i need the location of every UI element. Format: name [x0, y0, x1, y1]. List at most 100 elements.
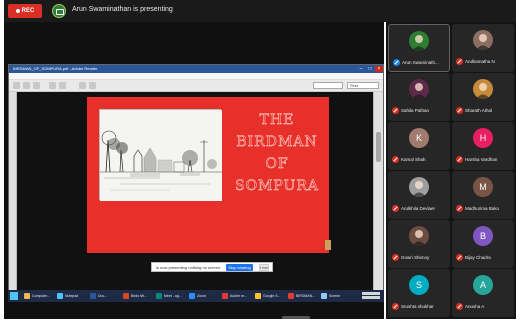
slide-title-line: SOMPURA: [234, 178, 320, 195]
participant-avatar: A: [473, 275, 493, 295]
taskbar-app-button[interactable]: Notepad: [57, 292, 78, 300]
participant-tile[interactable]: K Kamal Shah: [388, 122, 450, 170]
person-photo-icon: [412, 83, 426, 99]
mic-muted-icon: [456, 254, 463, 261]
mic-muted-icon: [456, 303, 463, 310]
participants-panel: Arun Swaminath... Arulkamatha N Sahila Pat…: [386, 22, 516, 319]
presenter-status-text: Arun Swaminathan is presenting: [72, 6, 173, 13]
participant-tile[interactable]: Sharath Athal: [452, 73, 514, 121]
taskbar-app-button[interactable]: Adobe re...: [222, 292, 247, 300]
mic-muted-icon: [456, 205, 463, 212]
document-canvas: THE BIRDMAN OF SOMPURA is now presenting…: [17, 92, 373, 291]
taskbar-app-button[interactable]: Computer...: [24, 292, 50, 300]
maximize-icon[interactable]: □: [366, 66, 374, 72]
taskbar-app-button[interactable]: Doc...: [90, 292, 107, 300]
taskbar-app-button[interactable]: Birds Mt...: [123, 292, 147, 300]
record-dot-icon: [15, 9, 20, 13]
person-photo-icon: [412, 230, 426, 246]
participant-avatar: H: [473, 128, 493, 148]
vertical-scrollbar[interactable]: [373, 92, 383, 291]
print-icon[interactable]: [23, 82, 30, 89]
taskbar-app-label: Meet - ag...: [164, 294, 182, 298]
participant-name: Anusha A: [465, 304, 485, 309]
mic-muted-icon: [456, 58, 463, 65]
slide-corner-tag: [325, 240, 331, 250]
find-input[interactable]: [313, 82, 343, 89]
taskbar-app-label: Notepad: [65, 294, 79, 298]
taskbar-app-label: Adobe re...: [230, 294, 248, 298]
taskbar-app-label: Google S...: [263, 294, 281, 298]
start-icon[interactable]: [10, 292, 18, 300]
participant-name: Arulkhila Devlaer: [401, 206, 436, 211]
participant-avatar: [473, 30, 493, 50]
zoom-in-icon[interactable]: [89, 82, 96, 89]
stop-sharing-button[interactable]: Stop sharing: [226, 264, 253, 271]
zoom-out-icon[interactable]: [79, 82, 86, 89]
taskbar-app-button[interactable]: Zoom: [189, 292, 206, 300]
page-down-icon[interactable]: [59, 82, 66, 89]
pdf-icon: [288, 293, 294, 299]
participant-avatar: [473, 79, 493, 99]
slide-title-line: BIRDMAN: [236, 134, 318, 151]
doc-icon: [90, 293, 96, 299]
viewer-title-bar: BIRDMAN_OF_SOMPURA.pdf - Adobe Reader – …: [9, 65, 383, 73]
mic-muted-icon: [392, 205, 399, 212]
mic-muted-icon: [392, 303, 399, 310]
open-icon[interactable]: [13, 82, 20, 89]
participant-avatar: [409, 79, 429, 99]
navigation-pane[interactable]: [9, 92, 17, 291]
participant-tile[interactable]: Gowri Shenoy: [388, 220, 450, 268]
mic-muted-icon: [392, 254, 399, 261]
pdf-viewer-window: BIRDMAN_OF_SOMPURA.pdf - Adobe Reader – …: [8, 64, 384, 300]
close-icon[interactable]: ×: [375, 66, 383, 72]
participant-name: Gowri Shenoy: [401, 255, 430, 260]
participant-tile[interactable]: Arulkhila Devlaer: [388, 171, 450, 219]
village-sketch-image: [99, 109, 222, 201]
taskbar-app-label: Birds Mt...: [131, 294, 147, 298]
person-photo-icon: [412, 181, 426, 197]
email-icon[interactable]: [33, 82, 40, 89]
participant-tile[interactable]: Sahila Pathan: [388, 73, 450, 121]
minimize-icon[interactable]: –: [357, 66, 365, 72]
taskbar-app-button[interactable]: Screen: [321, 292, 340, 300]
person-photo-icon: [476, 34, 490, 50]
taskbar-app-button[interactable]: BIRDMAN...: [288, 292, 315, 300]
participant-tile[interactable]: Arun Swaminath...: [388, 24, 450, 72]
participant-avatar: M: [473, 177, 493, 197]
participant-avatar: [409, 226, 429, 246]
presenting-icon: [52, 4, 66, 18]
slide-title-line: OF: [265, 156, 289, 173]
participant-tile[interactable]: A Anusha A: [452, 269, 514, 317]
slide-title-line: THE: [259, 112, 295, 129]
participant-tile[interactable]: H Harsha Vardhan: [452, 122, 514, 170]
participant-tile[interactable]: M Madhurima Bako: [452, 171, 514, 219]
meeting-window: REC Arun Swaminathan is presenting BIRDM…: [0, 0, 520, 322]
mic-muted-icon: [456, 156, 463, 163]
pdf-icon: [222, 293, 228, 299]
slide-page: THE BIRDMAN OF SOMPURA: [87, 97, 331, 253]
taskbar-app-button[interactable]: Meet - ag...: [156, 292, 182, 300]
participant-avatar: S: [409, 275, 429, 295]
participant-name: Sharath Athal: [465, 108, 493, 113]
taskbar-app-label: Screen: [329, 294, 341, 298]
person-photo-icon: [412, 35, 426, 51]
hide-button[interactable]: Hide: [259, 264, 269, 271]
find-label[interactable]: Find: [347, 82, 379, 89]
participant-avatar: K: [409, 128, 429, 148]
participant-tile[interactable]: Arulkamatha N: [452, 24, 514, 72]
screen-icon: [321, 293, 327, 299]
participant-tile[interactable]: B Bijay Chadra: [452, 220, 514, 268]
participant-name: Srushta shukhar: [401, 304, 434, 309]
scrollbar-thumb[interactable]: [376, 132, 381, 162]
page-up-icon[interactable]: [49, 82, 56, 89]
taskbar-app-button[interactable]: Google S...: [255, 292, 281, 300]
participant-name: Arun Swaminath...: [402, 60, 439, 65]
notepad-icon: [57, 293, 63, 299]
sharing-notification: is now presenting nothing on screen Stop…: [151, 262, 273, 272]
stage-resize-handle[interactable]: [282, 316, 310, 319]
recording-badge[interactable]: REC: [8, 4, 42, 18]
participant-tile[interactable]: S Srushta shukhar: [388, 269, 450, 317]
viewer-menu-bar: File Edit View Window Help: [9, 73, 383, 87]
person-photo-icon: [476, 83, 490, 99]
taskbar-clock[interactable]: [362, 292, 380, 299]
